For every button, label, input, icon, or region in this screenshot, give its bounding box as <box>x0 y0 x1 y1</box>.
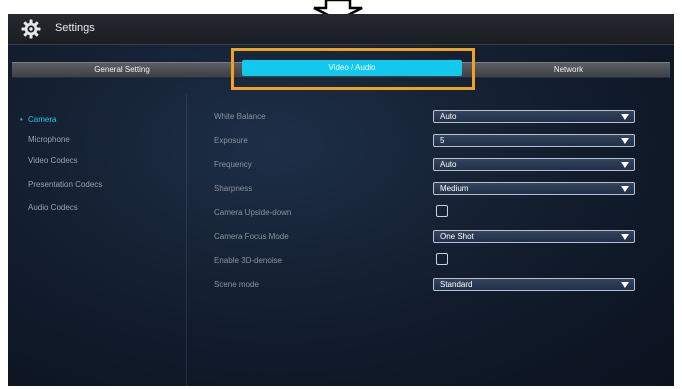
scene-mode-select[interactable]: Standard <box>433 278 635 291</box>
gear-icon <box>21 19 41 39</box>
exposure-label: Exposure <box>214 136 248 145</box>
sidebar-item-microphone[interactable]: Microphone <box>28 135 70 144</box>
sidebar-item-video-codecs[interactable]: Video Codecs <box>28 156 78 165</box>
settings-screen: Settings General Setting Video / Audio N… <box>8 14 674 386</box>
select-value: One Shot <box>440 232 474 241</box>
highlight-box <box>231 48 475 90</box>
sidebar-divider <box>186 94 187 386</box>
camera-focus-mode-label: Camera Focus Mode <box>214 232 289 241</box>
chevron-down-icon <box>621 234 629 240</box>
sidebar-item-label: Camera <box>28 115 57 124</box>
sharpness-label: Sharpness <box>214 184 253 193</box>
exposure-select[interactable]: 5 <box>433 134 635 147</box>
chevron-down-icon <box>621 186 629 192</box>
chevron-down-icon <box>621 138 629 144</box>
sidebar-item-presentation-codecs[interactable]: Presentation Codecs <box>28 180 102 189</box>
title-bar: Settings <box>8 14 674 45</box>
camera-upside-down-label: Camera Upside-down <box>214 208 292 217</box>
sidebar-item-audio-codecs[interactable]: Audio Codecs <box>28 203 78 212</box>
enable-3d-denoise-label: Enable 3D-denoise <box>214 256 283 265</box>
sidebar-item-camera[interactable]: • Camera <box>20 115 57 124</box>
camera-focus-mode-select[interactable]: One Shot <box>433 230 635 243</box>
sharpness-select[interactable]: Medium <box>433 182 635 195</box>
tab-network[interactable]: Network <box>467 63 670 77</box>
frequency-label: Frequency <box>214 160 252 169</box>
enable-3d-denoise-checkbox[interactable] <box>436 253 448 265</box>
select-value: Auto <box>440 112 457 121</box>
active-bullet-icon: • <box>20 115 23 124</box>
window-title: Settings <box>55 22 95 34</box>
chevron-down-icon <box>621 282 629 288</box>
chevron-down-icon <box>621 162 629 168</box>
select-value: Medium <box>440 184 469 193</box>
tab-general-setting[interactable]: General Setting <box>12 63 232 77</box>
white-balance-label: White Balance <box>214 112 266 121</box>
white-balance-select[interactable]: Auto <box>433 110 635 123</box>
scene-mode-label: Scene mode <box>214 280 259 289</box>
camera-upside-down-checkbox[interactable] <box>436 205 448 217</box>
select-value: 5 <box>440 136 445 145</box>
select-value: Standard <box>440 280 473 289</box>
select-value: Auto <box>440 160 457 169</box>
frequency-select[interactable]: Auto <box>433 158 635 171</box>
chevron-down-icon <box>621 114 629 120</box>
